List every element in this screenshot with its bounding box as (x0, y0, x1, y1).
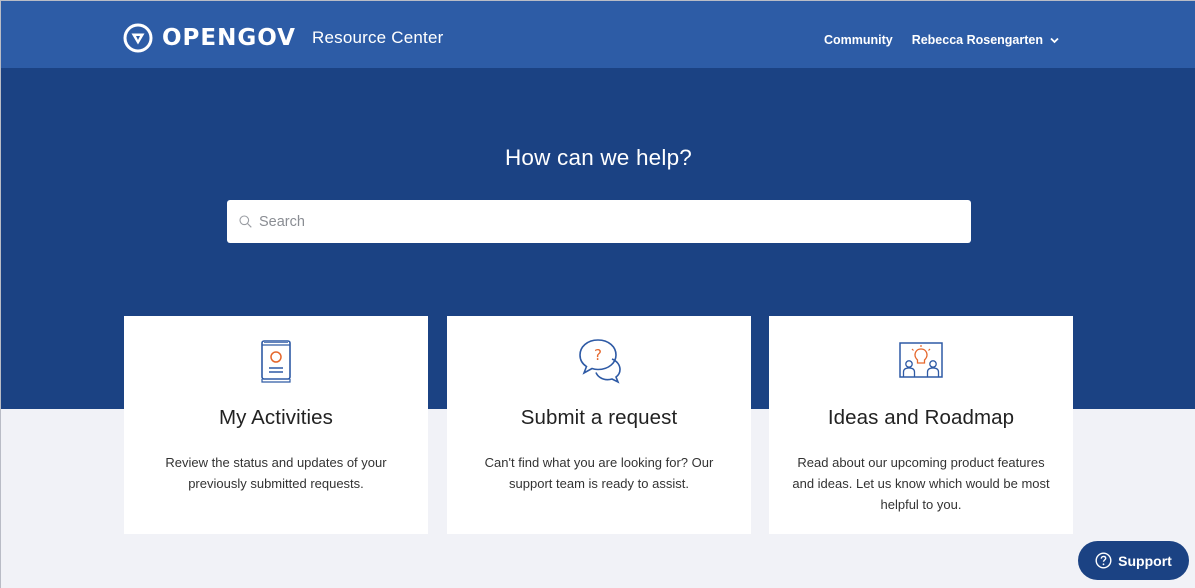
card-description: Read about our upcoming product features… (792, 455, 1050, 512)
card-ideas-roadmap[interactable]: Ideas and Roadmap Read about our upcomin… (769, 316, 1073, 534)
card-title: My Activities (218, 406, 334, 429)
idea-people-icon (899, 342, 943, 378)
card-my-activities[interactable]: My Activities Review the status and upda… (124, 316, 428, 534)
book-icon (261, 340, 291, 383)
card-submit-request[interactable]: ? Submit a request Can't find what you a… (447, 316, 751, 534)
page: OPENGOV Resource Center Community Rebecc… (0, 0, 1195, 588)
search-icon (239, 215, 252, 228)
question-circle-icon (1095, 552, 1112, 569)
support-button[interactable]: Support (1078, 541, 1189, 580)
brand-subtitle: Resource Center (311, 28, 444, 47)
chevron-down-icon (1050, 37, 1059, 43)
hero-title: How can we help? (504, 145, 693, 170)
top-navigation-bar: OPENGOV Resource Center Community Rebecc… (1, 1, 1195, 68)
header-nav: Community Rebecca Rosengarten (824, 33, 1059, 47)
search-input[interactable] (259, 206, 939, 237)
card-description: Review the status and updates of your pr… (165, 455, 387, 491)
brand-name: OPENGOV (162, 25, 296, 51)
opengov-logo-icon (123, 23, 153, 53)
search-bar[interactable] (227, 200, 971, 243)
question-chat-icon: ? (579, 339, 621, 384)
community-link[interactable]: Community (824, 33, 893, 47)
support-label: Support (1118, 552, 1172, 569)
card-title: Ideas and Roadmap (827, 406, 1015, 429)
svg-text:?: ? (594, 346, 602, 364)
card-title: Submit a request (520, 406, 678, 429)
user-name: Rebecca Rosengarten (911, 33, 1043, 47)
card-description: Can't find what you are looking for? Our… (484, 455, 714, 491)
user-menu[interactable]: Rebecca Rosengarten (912, 33, 1059, 47)
brand-logo[interactable]: OPENGOV Resource Center (123, 22, 444, 54)
